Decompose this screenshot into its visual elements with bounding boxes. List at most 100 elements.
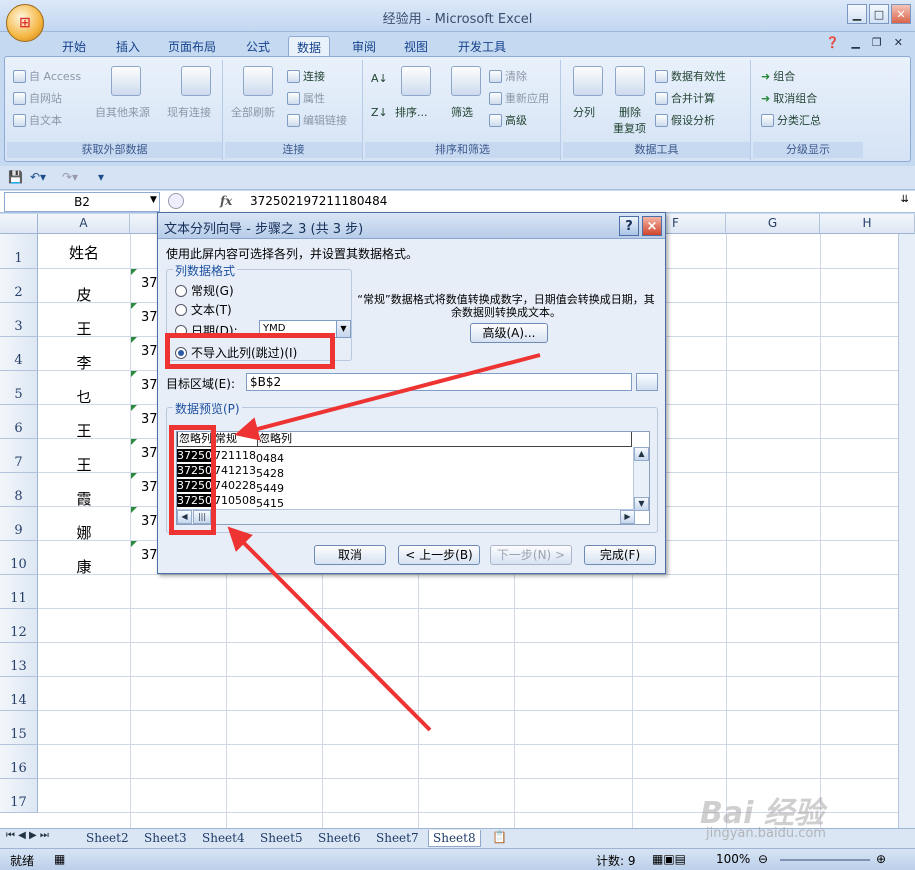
from-text-button[interactable]: 自文本: [13, 112, 62, 128]
ungroup-button[interactable]: ➜ 取消组合: [761, 90, 817, 106]
maximize-button[interactable]: □: [869, 4, 889, 24]
macro-record-icon[interactable]: ▦: [54, 852, 65, 866]
close-button[interactable]: ✕: [891, 4, 911, 24]
fx-icon[interactable]: fx: [220, 194, 232, 208]
cell-a6[interactable]: 王: [39, 420, 129, 441]
expand-formula-icon[interactable]: ⇊: [901, 194, 909, 205]
cancel-button[interactable]: 取消: [314, 545, 386, 565]
tab-view[interactable]: 视图: [396, 36, 436, 56]
zoom-level[interactable]: 100%: [716, 852, 750, 866]
insert-sheet-icon[interactable]: 📋: [492, 830, 507, 844]
cell-b4[interactable]: 37: [141, 344, 158, 359]
destination-input[interactable]: $B$2: [246, 373, 632, 391]
view-normal-icon[interactable]: ▦▣▤: [652, 852, 686, 866]
save-icon[interactable]: 💾: [8, 170, 23, 184]
cell-a8[interactable]: 霞: [39, 488, 129, 509]
properties-button[interactable]: 属性: [287, 90, 325, 106]
cell-a7[interactable]: 王: [39, 454, 129, 475]
group-button[interactable]: ➜ 组合: [761, 68, 795, 84]
filter-button[interactable]: 筛选: [451, 104, 473, 120]
back-button[interactable]: < 上一步(B): [398, 545, 480, 565]
dialog-help-button[interactable]: ?: [619, 216, 639, 236]
sheet-tab-5[interactable]: Sheet5: [260, 830, 303, 847]
help-icon[interactable]: ❓: [826, 36, 840, 49]
sheet-tab-4[interactable]: Sheet4: [202, 830, 245, 847]
preview-header-2[interactable]: 常规: [214, 432, 258, 447]
restore-icon[interactable]: ❐: [872, 36, 882, 49]
scroll-down-icon[interactable]: ▼: [634, 497, 649, 511]
col-header-g[interactable]: G: [726, 214, 820, 234]
from-web-button[interactable]: 自网站: [13, 90, 62, 106]
zoom-in-icon[interactable]: ⊕: [876, 852, 886, 866]
consolidate-button[interactable]: 合并计算: [655, 90, 715, 106]
scroll-up-icon[interactable]: ▲: [634, 447, 649, 461]
data-validation-button[interactable]: 数据有效性: [655, 68, 726, 84]
cell-a4[interactable]: 李: [39, 352, 129, 373]
advanced-filter-button[interactable]: 高级: [489, 112, 527, 128]
what-if-button[interactable]: 假设分析: [655, 112, 715, 128]
other-sources-button[interactable]: 自其他来源: [95, 104, 150, 120]
cell-b10[interactable]: 37: [141, 548, 158, 563]
row-header-11[interactable]: 11: [0, 575, 38, 609]
sheet-nav-icons[interactable]: ⏮ ◀ ▶ ⏭: [6, 830, 49, 841]
data-preview[interactable]: 忽略列 常规 忽略列 372502197211180484 3725021974…: [176, 431, 650, 525]
duplicates-button[interactable]: 重复项: [613, 120, 646, 136]
next-button[interactable]: 下一步(N) >: [490, 545, 572, 565]
sort-button[interactable]: 排序...: [395, 104, 428, 120]
subtotal-button[interactable]: 分类汇总: [761, 112, 821, 128]
row-header-4[interactable]: 4: [0, 337, 38, 371]
minimize-ribbon-icon[interactable]: ▁: [851, 36, 859, 49]
cell-b8[interactable]: 37: [141, 480, 158, 495]
sheet-tab-8[interactable]: Sheet8: [428, 830, 481, 847]
tab-formulas[interactable]: 公式: [238, 36, 278, 56]
advanced-button[interactable]: 高级(A)...: [470, 323, 548, 343]
tab-developer[interactable]: 开发工具: [450, 36, 514, 56]
zoom-slider[interactable]: [780, 859, 870, 861]
redo-icon[interactable]: ↷▾: [62, 170, 78, 184]
row-header-13[interactable]: 13: [0, 643, 38, 677]
tab-page-layout[interactable]: 页面布局: [160, 36, 224, 56]
cell-a2[interactable]: 皮: [39, 284, 129, 305]
radio-text[interactable]: 文本(T): [175, 301, 232, 318]
existing-connections-button[interactable]: 现有连接: [167, 104, 211, 120]
row-header-15[interactable]: 15: [0, 711, 38, 745]
sheet-tab-6[interactable]: Sheet6: [318, 830, 361, 847]
close-workbook-icon[interactable]: ✕: [894, 36, 903, 49]
row-header-12[interactable]: 12: [0, 609, 38, 643]
row-header-8[interactable]: 8: [0, 473, 38, 507]
name-box-dropdown-icon[interactable]: ▼: [150, 195, 157, 205]
cell-a3[interactable]: 王: [39, 318, 129, 339]
sheet-tab-7[interactable]: Sheet7: [376, 830, 419, 847]
sheet-tab-2[interactable]: Sheet2: [86, 830, 129, 847]
cell-b9[interactable]: 37: [141, 514, 158, 529]
preview-header-3[interactable]: 忽略列: [258, 432, 632, 447]
dialog-close-button[interactable]: ×: [642, 216, 662, 236]
zoom-out-icon[interactable]: ⊖: [758, 852, 768, 866]
select-all-corner[interactable]: [0, 214, 38, 234]
row-header-7[interactable]: 7: [0, 439, 38, 473]
formula-value[interactable]: 372502197211180484: [250, 194, 387, 208]
tab-data[interactable]: 数据: [288, 36, 331, 56]
cell-b6[interactable]: 37: [141, 412, 158, 427]
row-header-1[interactable]: 1: [0, 234, 38, 269]
finish-button[interactable]: 完成(F): [584, 545, 656, 565]
row-header-6[interactable]: 6: [0, 405, 38, 439]
radio-general[interactable]: 常规(G): [175, 282, 234, 299]
connections-button[interactable]: 连接: [287, 68, 325, 84]
tab-review[interactable]: 审阅: [344, 36, 384, 56]
minimize-button[interactable]: ▁: [847, 4, 867, 24]
sort-asc-button[interactable]: A↓: [371, 72, 388, 85]
cell-a9[interactable]: 娜: [39, 522, 129, 543]
cell-b7[interactable]: 37: [141, 446, 158, 461]
tab-home[interactable]: 开始: [54, 36, 94, 56]
remove-button[interactable]: 删除: [619, 104, 641, 120]
row-header-5[interactable]: 5: [0, 371, 38, 405]
text-to-columns-button[interactable]: 分列: [573, 104, 595, 120]
range-picker-icon[interactable]: [636, 373, 658, 391]
row-header-17[interactable]: 17: [0, 779, 38, 813]
office-button[interactable]: ⊞: [6, 4, 44, 42]
cell-b3[interactable]: 37: [141, 310, 158, 325]
cell-b5[interactable]: 37: [141, 378, 158, 393]
preview-vertical-scrollbar[interactable]: ▲ ▼: [633, 447, 649, 511]
row-header-10[interactable]: 10: [0, 541, 38, 575]
